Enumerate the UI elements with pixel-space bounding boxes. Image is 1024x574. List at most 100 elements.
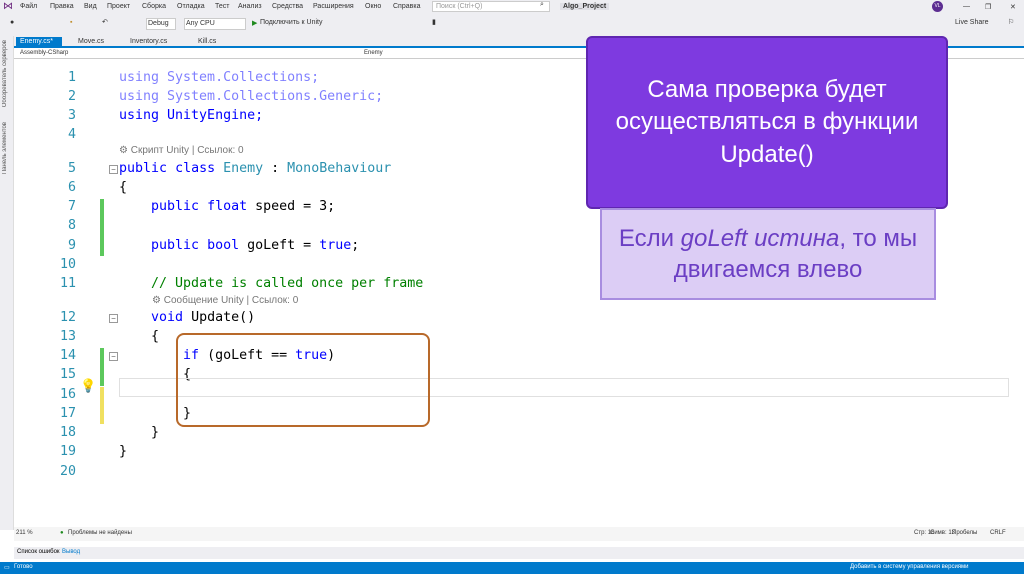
code-line[interactable]: using System.Collections;	[119, 70, 319, 85]
menu-test[interactable]: Тест	[215, 3, 229, 10]
ready-status: Готово	[14, 564, 33, 570]
line-number: 14	[59, 348, 76, 363]
menu-extensions[interactable]: Расширения	[313, 3, 354, 10]
menu-view[interactable]: Вид	[84, 3, 97, 10]
line-number: 6	[67, 180, 76, 195]
code-line[interactable]: public bool goLeft = true;	[119, 238, 359, 253]
attach-unity-button[interactable]: Подключить к Unity	[260, 19, 323, 26]
toolbox-tab[interactable]: Панель элементов	[2, 122, 8, 174]
line-number: 11	[59, 276, 76, 291]
callout-goleft: Если goLeft истина, то мы двигаемся влев…	[600, 208, 936, 300]
callout-update: Сама проверка будет осуществляться в фун…	[586, 36, 948, 209]
class-dropdown[interactable]: Enemy	[364, 50, 383, 56]
feedback-icon[interactable]: ⚐	[1008, 18, 1014, 26]
callout-text: Сама проверка будет осуществляться в фун…	[615, 75, 919, 168]
line-number: 16	[59, 387, 76, 402]
line-number: 7	[67, 199, 76, 214]
line-number: 13	[59, 329, 76, 344]
change-marker	[100, 348, 104, 386]
line-number: 20	[59, 464, 76, 479]
collapse-icon[interactable]: −	[109, 314, 118, 323]
line-number: 3	[67, 108, 76, 123]
zoom-select[interactable]: 211 %	[16, 530, 33, 536]
line-number: 8	[67, 218, 76, 233]
assembly-dropdown[interactable]: Assembly-CSharp	[20, 50, 354, 56]
tab-enemy[interactable]: Enemy.cs*	[16, 37, 62, 48]
menu-bar: ⋈ Файл Правка Вид Проект Сборка Отладка …	[0, 0, 1024, 14]
menu-help[interactable]: Справка	[393, 3, 420, 10]
ok-icon: ●	[60, 530, 64, 536]
line-number: 1	[67, 70, 76, 85]
codelens[interactable]: ⚙ Сообщение Unity | Ссылок: 0	[152, 295, 298, 306]
code-line[interactable]: public float speed = 3;	[119, 199, 335, 214]
collapse-icon[interactable]: −	[109, 352, 118, 361]
ready-icon: ▭	[4, 565, 10, 571]
code-line[interactable]: {	[119, 329, 159, 344]
left-rail: Обозреватель серверов Панель элементов	[0, 36, 14, 530]
line-number: 5	[67, 161, 76, 176]
panel-tabs: Список ошибок Вывод	[14, 547, 1024, 559]
menu-file[interactable]: Файл	[20, 3, 37, 10]
close-icon[interactable]: ✕	[1010, 3, 1016, 11]
add-source-control-button[interactable]: Добавить в систему управления версиями	[850, 564, 969, 570]
line-number: 18	[59, 425, 76, 440]
tab-kill[interactable]: Kill.cs	[194, 37, 220, 48]
menu-project[interactable]: Проект	[107, 3, 130, 10]
tab-error-list[interactable]: Список ошибок	[17, 549, 60, 555]
eol-indicator[interactable]: CRLF	[990, 530, 1006, 536]
code-line[interactable]: }	[119, 425, 159, 440]
collapse-icon[interactable]: −	[109, 165, 118, 174]
vs-logo-icon: ⋈	[3, 1, 13, 12]
spaces-indicator[interactable]: Пробелы	[952, 530, 977, 536]
highlight-rectangle	[176, 333, 430, 427]
avatar[interactable]: VL	[932, 1, 943, 12]
menu-build[interactable]: Сборка	[142, 3, 166, 10]
bookmark-icon[interactable]: ▮	[432, 18, 436, 26]
codelens[interactable]: ⚙ Скрипт Unity | Ссылок: 0	[119, 145, 244, 156]
code-line[interactable]: // Update is called once per frame	[119, 276, 423, 291]
problems-status[interactable]: Проблемы не найдены	[68, 530, 132, 536]
change-marker	[100, 387, 104, 424]
back-icon[interactable]: ●	[10, 19, 14, 26]
toolbar: ● ▪ ↶ Debug Any CPU ▶ Подключить к Unity…	[0, 14, 1024, 36]
tab-inventory[interactable]: Inventory.cs	[126, 37, 171, 48]
tab-move[interactable]: Move.cs	[74, 37, 108, 48]
config-select[interactable]: Debug	[146, 18, 176, 30]
search-icon: ⌕	[540, 1, 544, 8]
line-number: 10	[59, 257, 76, 272]
menu-edit[interactable]: Правка	[50, 3, 74, 10]
code-line[interactable]: {	[119, 180, 127, 195]
minimize-icon[interactable]: —	[963, 3, 970, 10]
search-input[interactable]: Поиск (Ctrl+Q)	[432, 1, 550, 12]
restore-icon[interactable]: ❐	[985, 3, 991, 11]
change-marker	[100, 199, 104, 256]
line-number: 19	[59, 444, 76, 459]
code-line[interactable]: using System.Collections.Generic;	[119, 89, 383, 104]
code-line[interactable]: public class Enemy : MonoBehaviour	[119, 161, 391, 176]
project-name: Algo_Project	[560, 3, 610, 10]
line-number: 15	[59, 367, 76, 382]
save-icon[interactable]: ▪	[70, 19, 72, 26]
menu-window[interactable]: Окно	[365, 3, 381, 10]
platform-select[interactable]: Any CPU	[184, 18, 246, 30]
line-number: 2	[67, 89, 76, 104]
server-explorer-tab[interactable]: Обозреватель серверов	[2, 40, 8, 107]
editor-status-row: 211 % ● Проблемы не найдены Стр: 16 Симв…	[14, 527, 1024, 541]
line-number: 9	[67, 238, 76, 253]
line-number: 17	[59, 406, 76, 421]
line-number: 12	[59, 310, 76, 325]
menu-debug[interactable]: Отладка	[177, 3, 205, 10]
callout-text: Если goLeft истина, то мы двигаемся влев…	[618, 224, 918, 283]
code-line[interactable]: using UnityEngine;	[119, 108, 263, 123]
status-bar: ▭ Готово Добавить в систему управления в…	[0, 562, 1024, 574]
line-number: 4	[67, 127, 76, 142]
menu-analyze[interactable]: Анализ	[238, 3, 262, 10]
tab-output[interactable]: Вывод	[62, 549, 80, 555]
menu-tools[interactable]: Средства	[272, 3, 303, 10]
code-line[interactable]: void Update()	[119, 310, 255, 325]
live-share-button[interactable]: Live Share	[955, 19, 988, 26]
play-icon[interactable]: ▶	[252, 19, 257, 27]
lightbulb-icon[interactable]: 💡	[80, 378, 96, 394]
undo-icon[interactable]: ↶	[102, 18, 108, 26]
code-line[interactable]: }	[119, 444, 127, 459]
